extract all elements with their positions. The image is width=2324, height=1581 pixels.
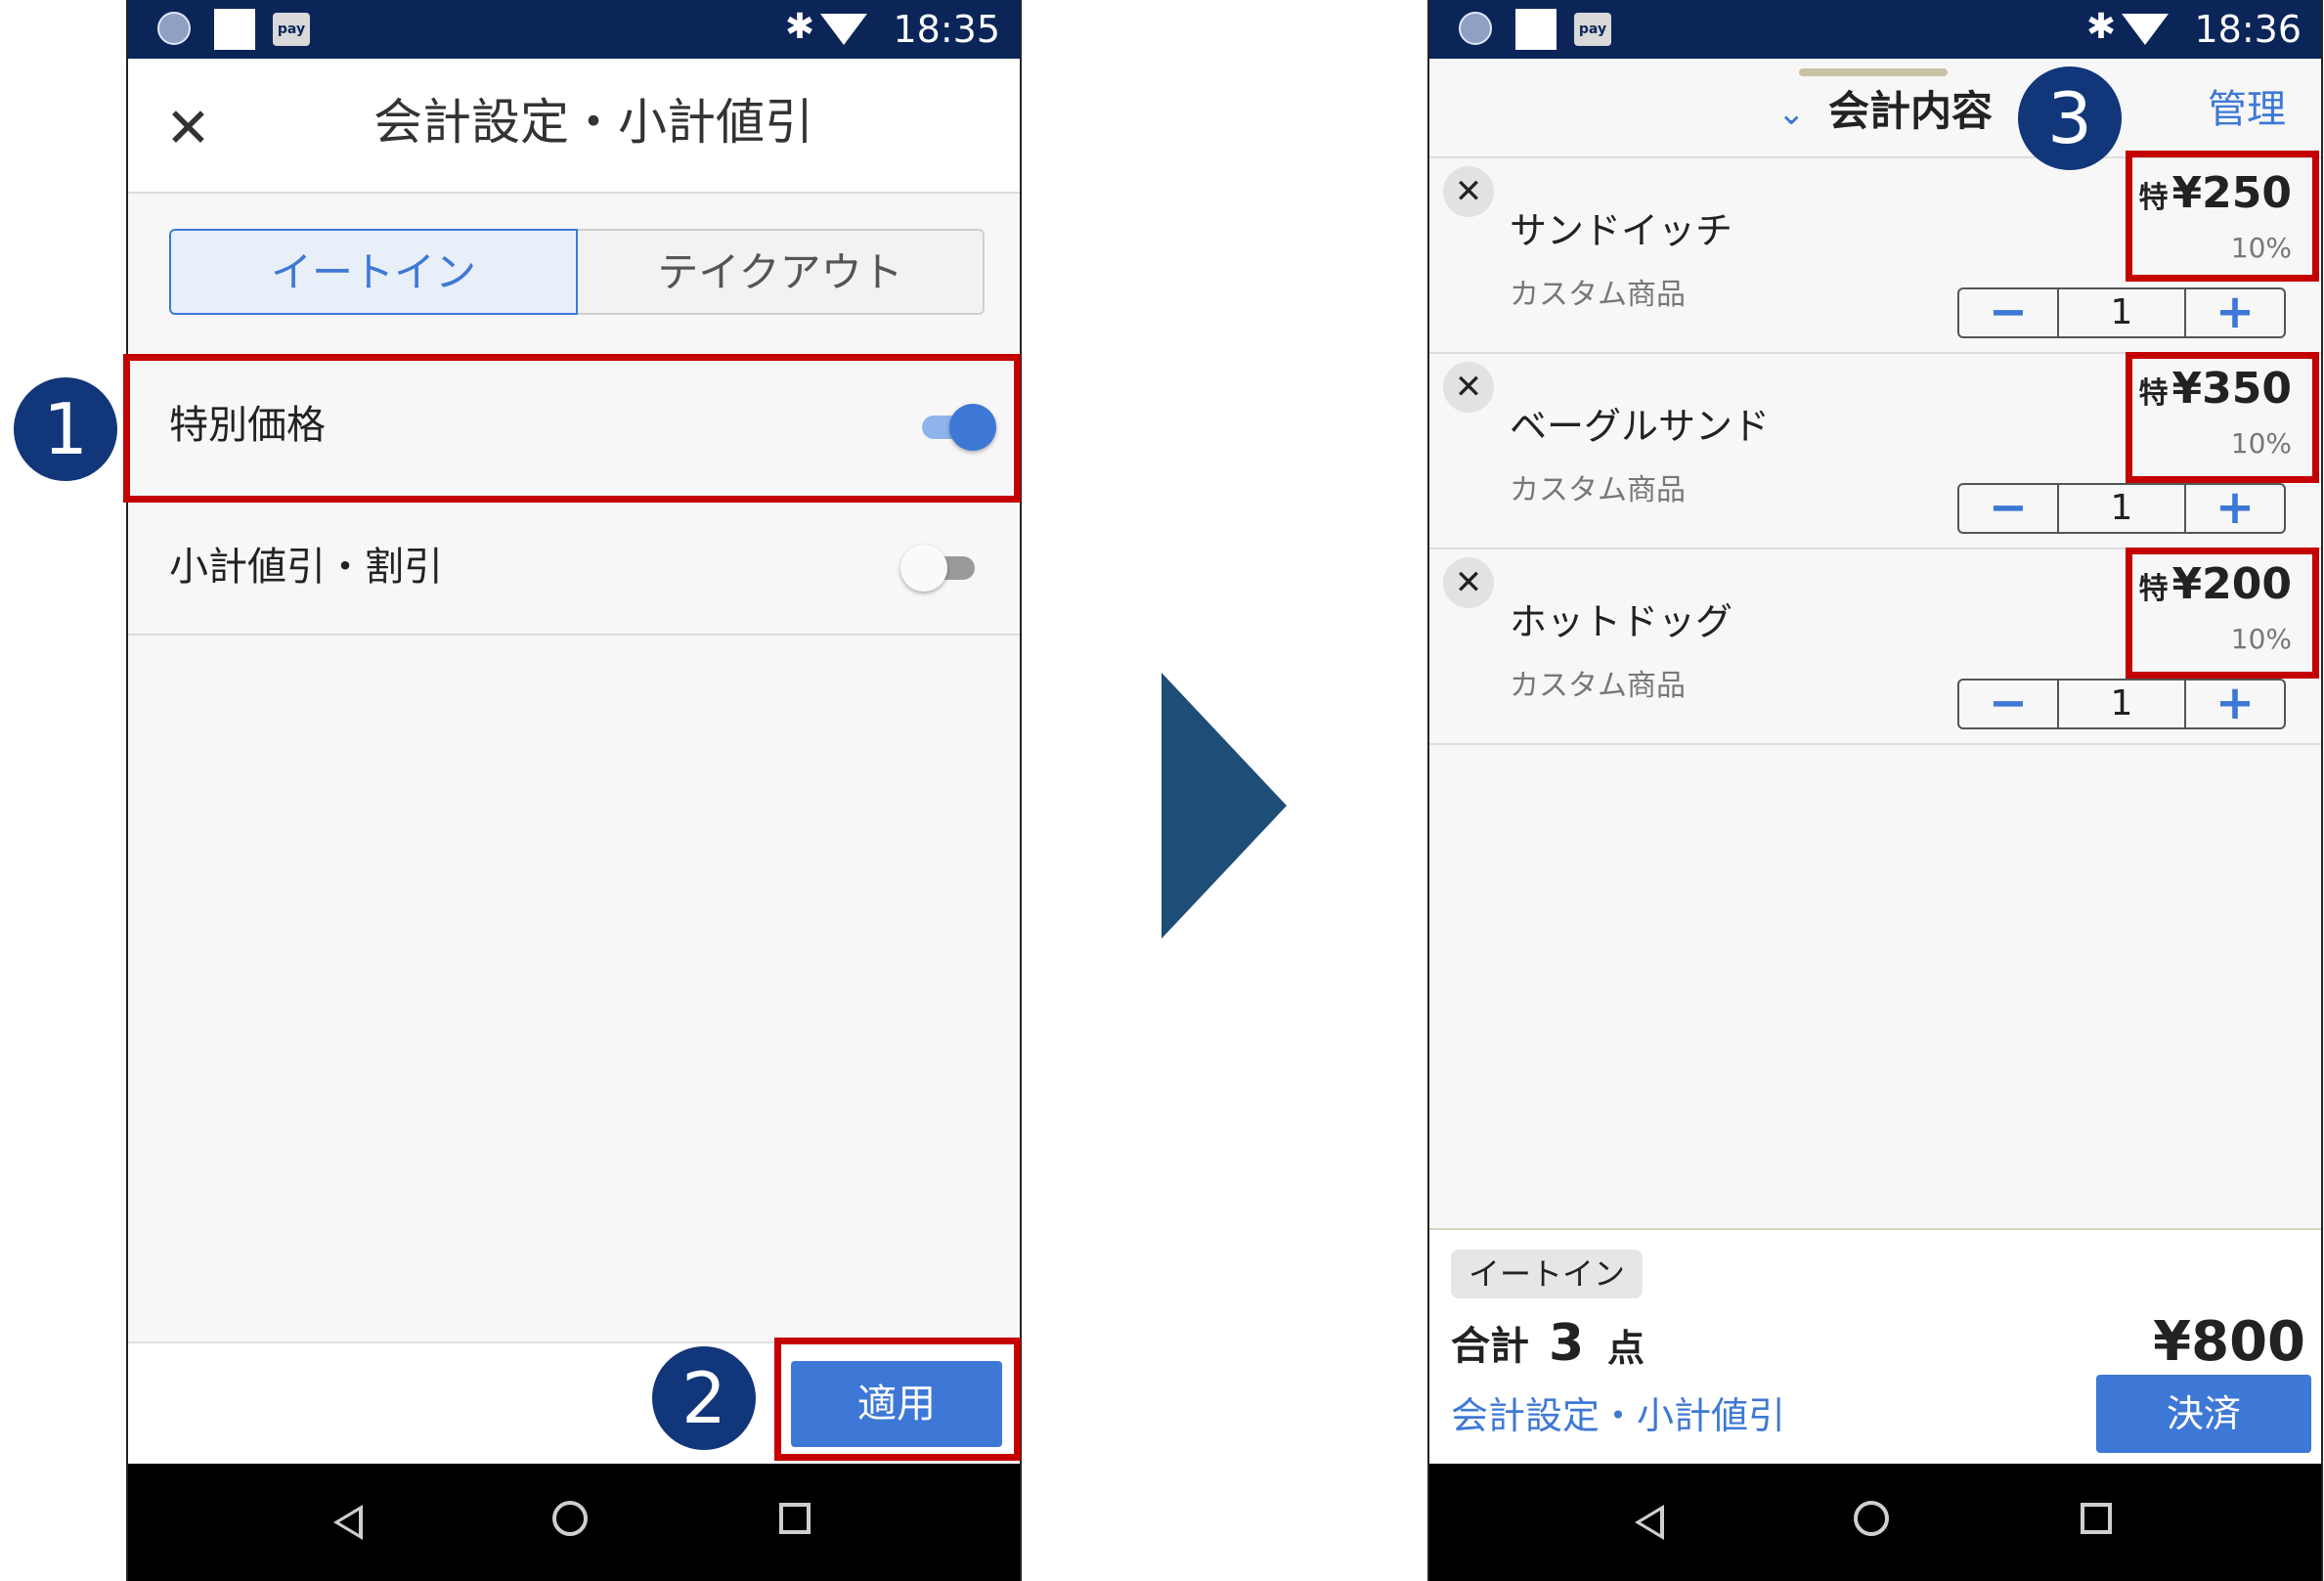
recent-apps-icon[interactable]: [2081, 1503, 2112, 1534]
total-label: 合計: [1451, 1324, 1529, 1369]
subtotal-discount-label: 小計値引・割引: [169, 545, 443, 590]
remove-item-icon[interactable]: ✕: [1443, 166, 1494, 217]
pay-icon: pay: [1574, 13, 1611, 46]
checkout-settings-link[interactable]: 会計設定・小計値引: [1451, 1386, 1785, 1445]
item-type: カスタム商品: [1510, 278, 1686, 312]
item-type: カスタム商品: [1510, 669, 1686, 703]
recent-apps-icon[interactable]: [779, 1503, 811, 1534]
total-unit: 点: [1607, 1327, 1645, 1370]
status-time: 18:36: [2194, 8, 2302, 51]
order-footer: イートイン 合計 3 点 ¥800 会計設定・小計値引 決済: [1429, 1228, 2321, 1466]
item-type: カスタム商品: [1510, 473, 1686, 507]
plus-button[interactable]: +: [2186, 288, 2284, 336]
app-notification-icon: [1459, 12, 1492, 45]
drag-handle[interactable]: [1799, 68, 1948, 76]
remove-item-icon[interactable]: ✕: [1443, 557, 1494, 608]
back-icon[interactable]: [333, 1505, 363, 1540]
bluetooth-icon: ✱: [784, 7, 814, 47]
blank-notification-icon: [214, 9, 255, 50]
home-icon[interactable]: [1854, 1501, 1889, 1536]
android-nav-bar: [128, 1464, 1020, 1581]
item-name: ベーグルサンド: [1510, 405, 1771, 448]
segment-take-out[interactable]: テイクアウト: [578, 229, 985, 315]
subtotal-discount-row[interactable]: 小計値引・割引: [128, 499, 1020, 636]
pay-icon: pay: [273, 13, 310, 46]
highlight-apply-button: [774, 1338, 1021, 1461]
subtotal-discount-toggle[interactable]: [900, 545, 979, 592]
page-title: 会計設定・小計値引: [373, 94, 813, 151]
plus-button[interactable]: +: [2186, 484, 2284, 532]
total-count: 3: [1549, 1314, 1585, 1373]
highlight-price-2: [2126, 352, 2319, 483]
callout-step-2: 2: [652, 1346, 756, 1450]
quantity-value[interactable]: 1: [2057, 681, 2186, 727]
minus-button[interactable]: −: [1959, 288, 2057, 336]
transition-arrow-icon: [1162, 673, 1287, 939]
wifi-icon: [2122, 14, 2169, 45]
wifi-icon: [820, 14, 867, 45]
status-time: 18:35: [893, 8, 1000, 51]
status-bar: pay ✱ 18:35: [128, 0, 1020, 59]
app-notification-icon: [157, 12, 191, 45]
order-title: 会計内容: [1828, 87, 1994, 135]
home-icon[interactable]: [552, 1501, 588, 1536]
chevron-down-icon[interactable]: ⌄: [1777, 94, 1806, 133]
quantity-stepper: − 1 +: [1957, 483, 2286, 534]
segment-eat-in[interactable]: イートイン: [169, 229, 578, 315]
quantity-value[interactable]: 1: [2057, 289, 2186, 336]
android-nav-bar: [1429, 1464, 2321, 1581]
divider: [128, 634, 1020, 636]
highlight-special-price: [123, 354, 1021, 503]
item-name: ホットドッグ: [1510, 600, 1733, 643]
highlight-price-3: [2126, 548, 2319, 679]
status-bar: pay ✱ 18:36: [1429, 0, 2321, 59]
app-bar: ✕ 会計設定・小計値引: [128, 59, 1020, 194]
toggle-knob: [900, 545, 947, 592]
bluetooth-icon: ✱: [2085, 7, 2116, 47]
back-icon[interactable]: [1635, 1505, 1664, 1540]
mode-segmented-control: イートイン テイクアウト: [169, 229, 985, 315]
highlight-price-1: [2126, 151, 2319, 282]
callout-step-1: 1: [14, 377, 117, 481]
remove-item-icon[interactable]: ✕: [1443, 362, 1494, 413]
minus-button[interactable]: −: [1959, 680, 2057, 727]
order-sheet-header: ⌄ 会計内容 管理: [1429, 59, 2321, 158]
blank-notification-icon: [1515, 9, 1557, 50]
quantity-stepper: − 1 +: [1957, 287, 2286, 338]
mode-badge: イートイン: [1451, 1250, 1644, 1298]
callout-step-3: 3: [2018, 66, 2122, 170]
quantity-stepper: − 1 +: [1957, 679, 2286, 729]
plus-button[interactable]: +: [2186, 680, 2284, 727]
total-amount: ¥800: [2153, 1310, 2305, 1374]
quantity-value[interactable]: 1: [2057, 485, 2186, 532]
minus-button[interactable]: −: [1959, 484, 2057, 532]
manage-link[interactable]: 管理: [2208, 80, 2286, 139]
pay-button[interactable]: 決済: [2096, 1375, 2311, 1453]
item-name: サンドイッチ: [1510, 209, 1733, 252]
